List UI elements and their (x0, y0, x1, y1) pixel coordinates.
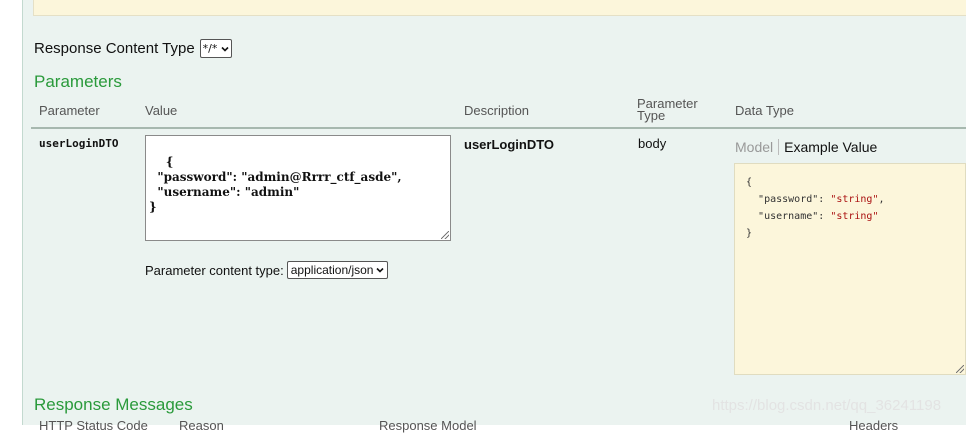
col-header-data-type: Data Type (735, 103, 795, 118)
parameters-title: Parameters (34, 72, 122, 91)
watermark: https://blog.csdn.net/qq_36241198 (712, 397, 942, 414)
resize-handle-icon[interactable] (441, 231, 449, 239)
param-content-type-row: Parameter content type: application/json (145, 261, 389, 279)
data-type-tabs: Model Example Value (735, 139, 877, 155)
response-messages-title: Response Messages (34, 395, 193, 414)
col-header-value: Value (145, 103, 178, 118)
param-description: userLoginDTO (464, 137, 555, 152)
header-divider (31, 127, 966, 129)
tab-model[interactable]: Model (735, 139, 780, 155)
col-header-response-model: Response Model (379, 418, 477, 433)
col-header-headers: Headers (849, 418, 899, 433)
param-content-type-label: Parameter content type: (145, 262, 284, 278)
col-header-description: Description (464, 103, 530, 118)
col-header-http-status: HTTP Status Code (39, 418, 148, 433)
param-name: userLoginDTO (39, 137, 119, 150)
col-header-reason: Reason (179, 418, 224, 433)
tab-example-value[interactable]: Example Value (779, 139, 877, 155)
response-content-type-label: Response Content Type (34, 40, 195, 57)
chevron-down-icon (376, 267, 385, 273)
col-header-parameter: Parameter (39, 103, 100, 118)
response-content-type-select[interactable]: */* (199, 39, 233, 58)
param-value-textarea[interactable]: { "password": "admin@Rrrr_ctf_asde", "us… (145, 135, 451, 241)
response-content-type-row: Response Content Type */* (34, 39, 233, 58)
operation-panel: Response Content Type */* Parameters Par… (22, 0, 966, 433)
col-header-parameter-type: Parameter Type (637, 96, 698, 123)
chevron-down-icon (221, 46, 229, 52)
resize-handle-icon[interactable] (956, 365, 964, 373)
previous-example-box (33, 0, 966, 16)
example-value-box[interactable]: { "password": "string", "username": "str… (734, 163, 966, 375)
param-type: body (638, 136, 667, 151)
param-content-type-select[interactable]: application/json (286, 261, 389, 279)
